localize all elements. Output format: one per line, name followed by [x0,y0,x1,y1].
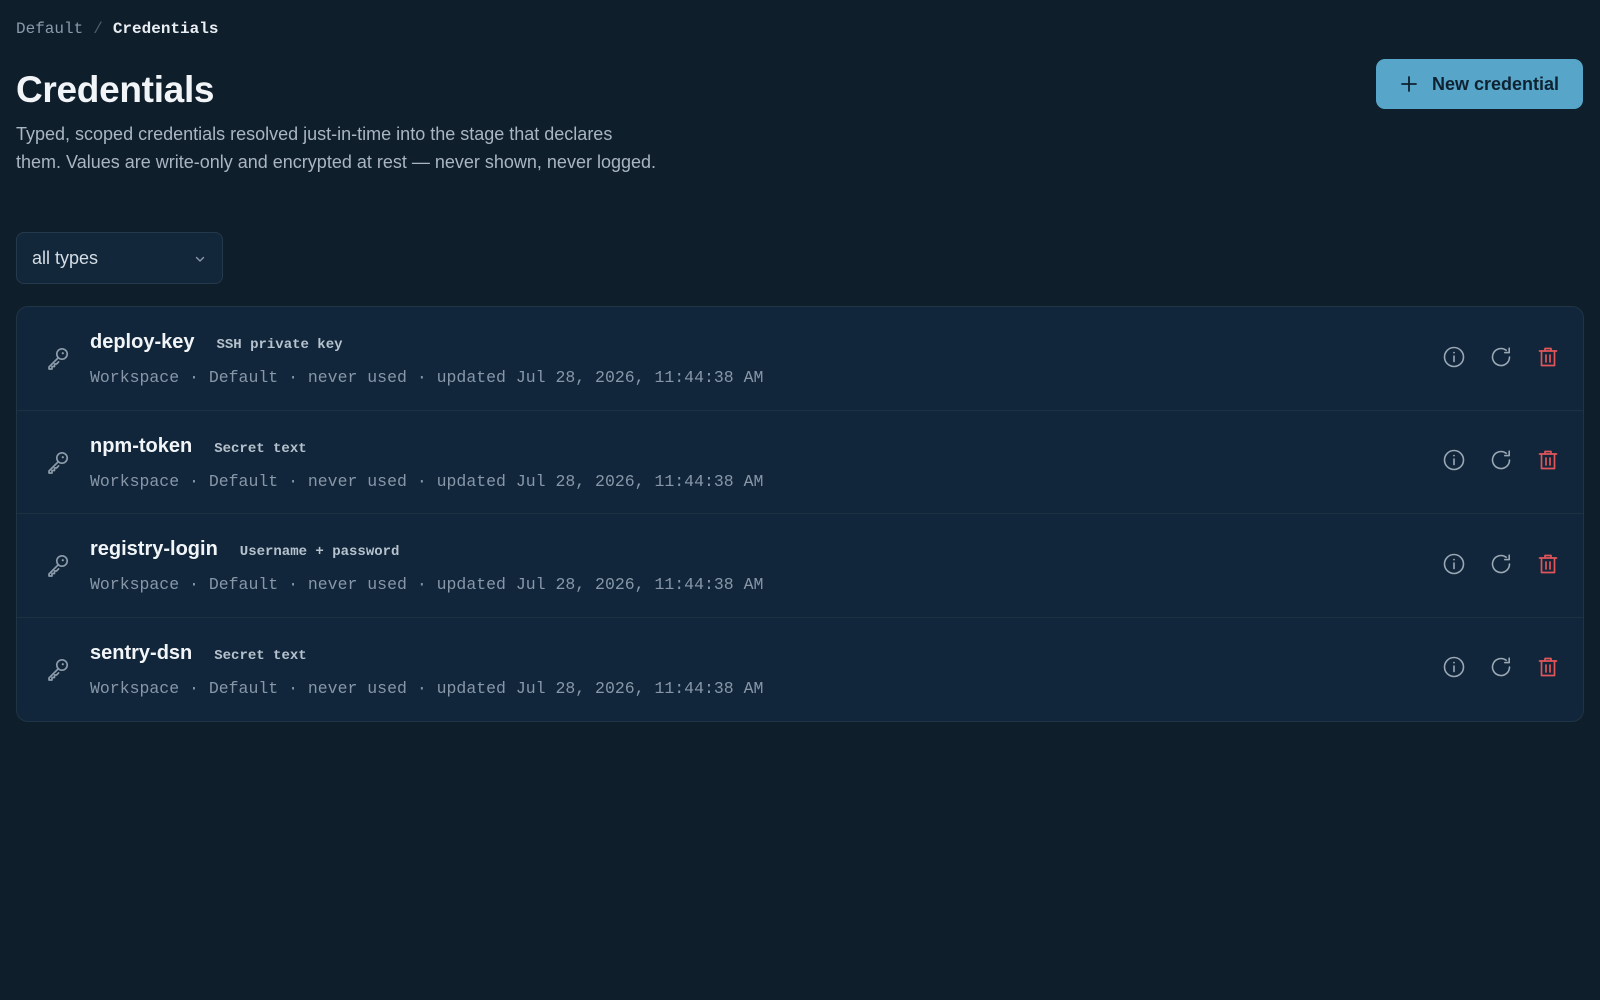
delete-button[interactable] [1534,654,1561,681]
info-icon [1443,346,1464,367]
new-credential-button[interactable]: New credential [1376,59,1583,109]
type-filter-value: all types [32,247,99,268]
credential-type-badge: Secret text [214,440,307,457]
meta-separator: · [189,575,199,594]
key-icon [45,656,71,682]
credential-workspace: Default [208,678,279,698]
refresh-icon [1491,553,1510,573]
credential-actions [1440,654,1561,681]
plus-icon [1400,75,1418,93]
meta-separator: · [288,575,298,594]
refresh-icon [1491,346,1510,366]
info-icon [1443,449,1464,471]
credential-actions [1440,343,1561,370]
breadcrumb-separator: / [93,20,103,38]
credential-title: registry-login Username + password [90,538,399,561]
credential-title: npm-token Secret text [90,435,307,458]
info-button[interactable] [1440,447,1467,474]
meta-separator: · [288,471,298,491]
credential-scope: Workspace [90,368,180,387]
credential-name: registry-login [90,538,218,560]
delete-button[interactable] [1534,343,1561,370]
credential-actions [1440,550,1561,577]
info-button[interactable] [1440,550,1467,577]
credential-usage: never used [307,471,407,491]
credential-updated: updated Jul 28, 2026, 11:44:38 AM [436,575,764,594]
credential-workspace: Default [208,471,279,491]
info-icon [1443,656,1464,678]
credential-meta: Workspace · Default · never used · updat… [90,368,763,387]
meta-separator: · [189,471,199,491]
credential-scope: Workspace [90,575,180,594]
credential-row[interactable]: npm-token Secret text Workspace · Defaul… [17,411,1583,514]
rotate-button[interactable] [1487,654,1514,681]
credential-usage: never used [307,678,407,698]
trash-icon [1538,450,1557,470]
credential-row[interactable]: sentry-dsn Secret text Workspace · Defau… [17,618,1583,722]
meta-separator: · [288,678,298,698]
credential-row[interactable]: registry-login Username + password Works… [17,514,1583,618]
credential-scope: Workspace [90,471,180,491]
meta-separator: · [416,575,427,594]
key-icon [45,345,71,371]
info-button[interactable] [1440,654,1467,681]
credential-title: sentry-dsn Secret text [90,642,307,665]
credentials-page: Default / Credentials Credentials Typed,… [0,0,1600,1000]
refresh-icon [1491,657,1510,677]
trash-icon [1538,347,1557,366]
meta-separator: · [288,368,298,387]
meta-separator: · [416,471,427,491]
credential-updated: updated Jul 28, 2026, 11:44:38 AM [436,471,764,491]
meta-separator: · [416,368,427,387]
delete-button[interactable] [1534,447,1561,474]
key-icon [45,552,71,578]
credential-updated: updated Jul 28, 2026, 11:44:38 AM [436,368,764,387]
info-button[interactable] [1440,343,1467,370]
trash-icon [1538,657,1557,677]
credential-name: sentry-dsn [90,641,193,664]
credential-title: deploy-key SSH private key [90,331,343,354]
rotate-button[interactable] [1487,343,1514,370]
type-filter-select[interactable]: all types [16,232,223,284]
credential-workspace: Default [208,575,279,594]
credential-usage: never used [307,368,407,387]
delete-button[interactable] [1534,550,1561,577]
chevron-down-icon [194,252,206,264]
credentials-list: deploy-key SSH private key Workspace · D… [16,306,1584,722]
credential-type-badge: Secret text [214,647,307,664]
meta-separator: · [189,368,199,387]
refresh-icon [1491,450,1510,470]
breadcrumb-current: Credentials [112,20,219,38]
meta-separator: · [189,678,199,698]
credential-workspace: Default [208,368,279,387]
credential-name: deploy-key [90,331,195,353]
info-icon [1443,553,1464,574]
breadcrumb-default[interactable]: Default [16,20,83,38]
credential-type-badge: SSH private key [216,337,343,353]
rotate-button[interactable] [1487,447,1514,474]
rotate-button[interactable] [1487,550,1514,577]
credential-actions [1440,447,1561,474]
credential-updated: updated Jul 28, 2026, 11:44:38 AM [436,678,764,698]
key-icon [45,449,71,475]
credential-type-badge: Username + password [239,544,400,560]
page-description: Typed, scoped credentials resolved just-… [16,124,657,172]
new-credential-label: New credential [1431,73,1560,94]
credential-meta: Workspace · Default · never used · updat… [90,575,763,594]
credential-row[interactable]: deploy-key SSH private key Workspace · D… [17,307,1583,411]
credential-meta: Workspace · Default · never used · updat… [90,679,763,698]
trash-icon [1538,554,1557,573]
credential-scope: Workspace [90,678,180,698]
breadcrumb: Default / Credentials [16,20,218,38]
page-title: Credentials [16,69,215,110]
credential-meta: Workspace · Default · never used · updat… [90,472,763,491]
credential-name: npm-token [90,434,193,457]
meta-separator: · [416,678,427,698]
credential-usage: never used [307,575,407,594]
